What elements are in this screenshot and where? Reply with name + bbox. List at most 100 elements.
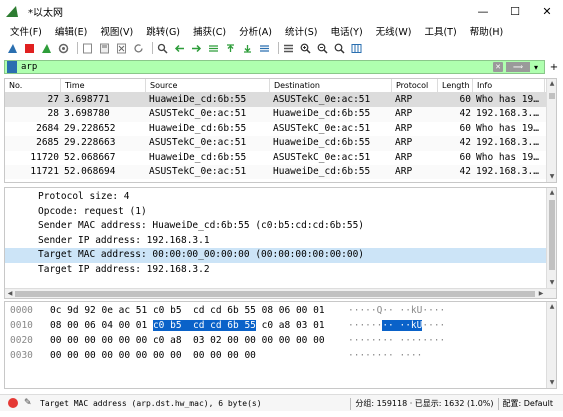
restart-capture-icon[interactable] <box>40 42 53 55</box>
menu-edit[interactable]: 编辑(E) <box>55 24 87 38</box>
packet-row[interactable]: 27 3.698771 HuaweiDe_cd:6b:55 ASUSTekC_0… <box>5 93 556 108</box>
detail-field[interactable]: Sender MAC address: HuaweiDe_cd:6b:55 (c… <box>5 219 556 234</box>
go-to-packet-icon[interactable] <box>207 42 220 55</box>
packet-row[interactable]: 11720 52.068667 HuaweiDe_cd:6b:55 ASUSTe… <box>5 151 556 165</box>
packet-source: HuaweiDe_cd:6b:55 <box>149 122 247 134</box>
packet-time: 52.068667 <box>64 151 116 163</box>
scroll-down-icon[interactable]: ▼ <box>547 378 556 388</box>
packet-length: 60 <box>459 94 471 105</box>
menu-file[interactable]: 文件(F) <box>10 24 42 38</box>
packet-protocol: ARP <box>395 108 413 120</box>
scrollbar-thumb[interactable] <box>549 200 555 270</box>
hex-row[interactable]: 0030 00 00 00 00 00 00 00 00 00 00 00 00… <box>5 349 556 362</box>
detail-field[interactable]: Sender IP address: 192.168.3.1 <box>5 234 556 249</box>
edit-comment-icon[interactable]: ✎ <box>24 398 34 408</box>
scrollbar-thumb[interactable] <box>549 93 555 99</box>
column-header-destination[interactable]: Destination <box>270 79 392 93</box>
go-forward-icon[interactable] <box>190 42 203 55</box>
filter-history-dropdown-icon[interactable]: ▾ <box>534 63 544 72</box>
hex-offset: 0020 <box>10 335 33 346</box>
column-header-length[interactable]: Length <box>438 79 473 93</box>
reload-icon[interactable] <box>132 42 145 55</box>
last-packet-icon[interactable] <box>241 42 254 55</box>
column-header-protocol[interactable]: Protocol <box>392 79 438 93</box>
toolbar-separator <box>278 42 279 54</box>
stop-capture-icon[interactable] <box>23 42 36 55</box>
scroll-down-icon[interactable]: ▼ <box>547 278 556 288</box>
menu-tools[interactable]: 工具(T) <box>424 24 456 38</box>
zoom-out-icon[interactable] <box>316 42 329 55</box>
normal-size-icon[interactable] <box>333 42 346 55</box>
profile-status[interactable]: 配置: Default <box>503 398 553 409</box>
packet-destination: ASUSTekC_0e:ac:51 <box>273 151 371 163</box>
scroll-up-icon[interactable]: ▲ <box>547 188 556 198</box>
packet-row[interactable]: 28 3.698780 ASUSTekC_0e:ac:51 HuaweiDe_c… <box>5 107 556 122</box>
packet-time: 3.698771 <box>64 94 110 105</box>
menu-wireless[interactable]: 无线(W) <box>376 24 412 38</box>
details-horizontal-scrollbar[interactable]: ◀ ▶ <box>5 288 556 298</box>
hex-row[interactable]: 0020 00 00 00 00 00 00 c0 a8 03 02 00 00… <box>5 334 556 347</box>
packet-list-scrollbar[interactable]: ▲ ▼ <box>546 79 556 182</box>
capture-status-icon[interactable] <box>8 398 18 408</box>
menu-bar: 文件(F) 编辑(E) 视图(V) 跳转(G) 捕获(C) 分析(A) 统计(S… <box>0 22 563 39</box>
save-file-icon[interactable] <box>98 42 111 55</box>
open-file-icon[interactable] <box>81 42 94 55</box>
menu-analyze[interactable]: 分析(A) <box>239 24 272 38</box>
hex-bytes-selected: c0 b5 cd cd 6b 55 <box>152 320 256 331</box>
maximize-button[interactable]: ☐ <box>499 0 531 22</box>
packet-source: ASUSTekC_0e:ac:51 <box>149 108 247 120</box>
packet-destination: HuaweiDe_cd:6b:55 <box>273 137 371 149</box>
hex-bytes-text: 08 00 06 04 00 01 <box>50 320 153 331</box>
hex-ascii-text: ···· <box>422 320 446 331</box>
detail-field[interactable]: Target IP address: 192.168.3.2 <box>5 263 556 278</box>
display-filter-input[interactable] <box>21 61 441 73</box>
packet-info: 192.168.3.… <box>476 165 539 177</box>
scroll-up-icon[interactable]: ▲ <box>547 79 556 89</box>
scroll-left-icon[interactable]: ◀ <box>5 289 15 298</box>
start-capture-icon[interactable] <box>6 42 19 55</box>
column-header-time[interactable]: Time <box>61 79 146 93</box>
autoscroll-icon[interactable] <box>258 42 271 55</box>
menu-statistics[interactable]: 统计(S) <box>285 24 317 38</box>
hex-row[interactable]: 0010 08 00 06 04 00 01 c0 b5 cd cd 6b 55… <box>5 319 556 332</box>
packet-row[interactable]: 11721 52.068694 ASUSTekC_0e:ac:51 Huawei… <box>5 164 556 180</box>
detail-field[interactable]: Protocol size: 4 <box>5 190 556 205</box>
find-packet-icon[interactable] <box>156 42 169 55</box>
menu-telephony[interactable]: 电话(Y) <box>330 24 362 38</box>
first-packet-icon[interactable] <box>224 42 237 55</box>
packet-info: Who has 19… <box>476 151 539 163</box>
column-header-source[interactable]: Source <box>146 79 270 93</box>
capture-options-icon[interactable] <box>57 42 70 55</box>
hex-bytes: 00 00 00 00 00 00 c0 a8 03 02 00 00 00 0… <box>42 334 325 347</box>
scrollbar-thumb[interactable] <box>15 291 535 297</box>
column-header-info[interactable]: Info <box>473 79 545 93</box>
apply-filter-button[interactable]: ⟹ <box>506 62 530 72</box>
column-header-no[interactable]: No. <box>5 79 61 93</box>
menu-go[interactable]: 跳转(G) <box>146 24 180 38</box>
status-separator <box>497 397 499 410</box>
go-back-icon[interactable] <box>173 42 186 55</box>
menu-view[interactable]: 视图(V) <box>100 24 133 38</box>
scroll-down-icon[interactable]: ▼ <box>547 172 556 182</box>
menu-capture[interactable]: 捕获(C) <box>193 24 226 38</box>
bytes-scrollbar[interactable]: ▲ ▼ <box>546 302 556 388</box>
display-filter-field: ✕ ⟹ ▾ <box>4 60 545 74</box>
minimize-button[interactable]: — <box>467 0 499 22</box>
colorize-icon[interactable] <box>282 42 295 55</box>
clear-filter-icon[interactable]: ✕ <box>493 62 503 72</box>
filter-bookmark-icon[interactable] <box>7 61 17 73</box>
packet-row[interactable]: 2684 29.228652 HuaweiDe_cd:6b:55 ASUSTek… <box>5 122 556 136</box>
hex-row[interactable]: 0000 0c 9d 92 0e ac 51 c0 b5 cd cd 6b 55… <box>5 304 556 317</box>
close-file-icon[interactable] <box>115 42 128 55</box>
scroll-up-icon[interactable]: ▲ <box>547 302 556 312</box>
close-button[interactable]: ✕ <box>531 0 563 22</box>
details-scrollbar[interactable]: ▲ ▼ <box>546 188 556 288</box>
detail-field[interactable]: Opcode: request (1) <box>5 205 556 220</box>
packet-row[interactable]: 2685 29.228663 ASUSTekC_0e:ac:51 HuaweiD… <box>5 136 556 151</box>
detail-field-selected[interactable]: Target MAC address: 00:00:00_00:00:00 (0… <box>5 248 556 263</box>
zoom-in-icon[interactable] <box>299 42 312 55</box>
resize-columns-icon[interactable] <box>350 42 363 55</box>
scroll-right-icon[interactable]: ▶ <box>536 289 546 298</box>
add-filter-button-icon[interactable]: + <box>549 62 559 73</box>
menu-help[interactable]: 帮助(H) <box>470 24 504 38</box>
